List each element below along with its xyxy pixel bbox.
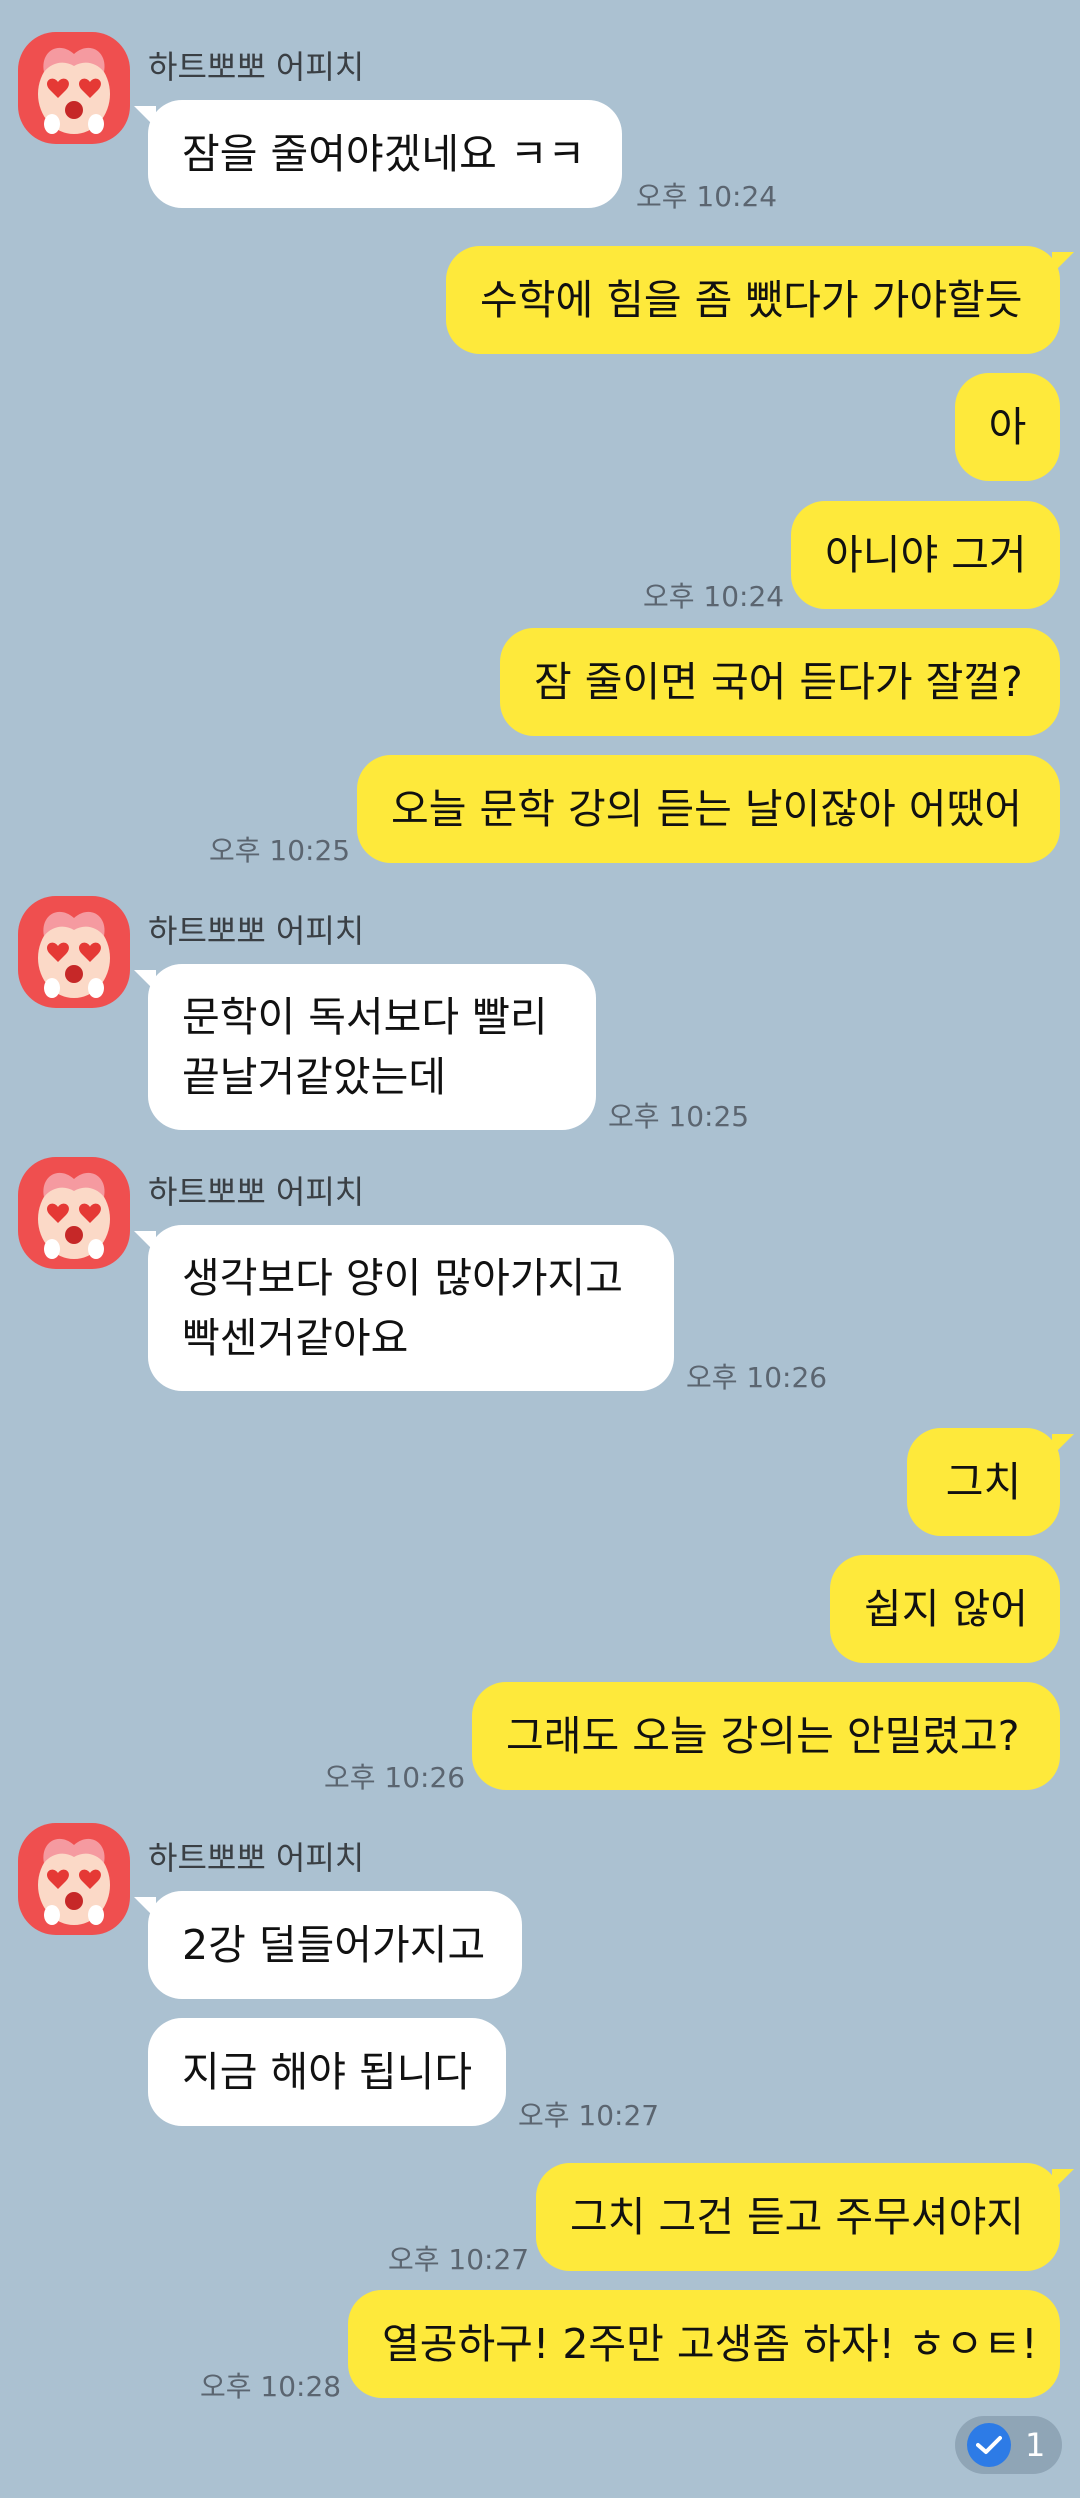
outgoing-message[interactable]: 그래도 오늘 강의는 안밀렸고?: [472, 1682, 1060, 1790]
message-time: 오후 10:27: [388, 2243, 530, 2276]
message-time: 오후 10:28: [200, 2370, 342, 2403]
message-text-line: 문학이 독서보다 빨리: [182, 993, 548, 1041]
outgoing-message[interactable]: 오늘 문학 강의 듣는 날이잖아 어땠어: [357, 755, 1060, 863]
incoming-message[interactable]: 지금 해야 됩니다: [148, 2018, 506, 2126]
sender-name: 하트뽀뽀 어피치: [148, 48, 365, 86]
message-text: 쉽지 않어: [864, 1585, 1028, 1633]
message-time: 오후 10:24: [636, 180, 778, 213]
sender-name: 하트뽀뽀 어피치: [148, 912, 365, 950]
unread-count-badge[interactable]: 1: [955, 2416, 1062, 2474]
message-text: 그치 그건 듣고 주무셔야지: [570, 2193, 1025, 2241]
message-text-line: 생각보다 양이 많아가지고: [182, 1254, 623, 1302]
avatar-apeach[interactable]: [18, 1823, 130, 1935]
avatar-apeach[interactable]: [18, 1157, 130, 1269]
message-text: 그치: [945, 1458, 1022, 1506]
outgoing-message[interactable]: 그치: [907, 1428, 1074, 1536]
avatar-apeach[interactable]: [18, 32, 130, 144]
avatar-apeach[interactable]: [18, 896, 130, 1008]
outgoing-message[interactable]: 수학에 힘을 좀 뺐다가 가야할듯: [446, 246, 1074, 354]
outgoing-message[interactable]: 아니야 그거: [791, 501, 1060, 609]
message-text: 지금 해야 됩니다: [182, 2048, 473, 2096]
incoming-message[interactable]: 잠을 줄여야겠네요 ㅋㅋ: [134, 100, 622, 208]
message-text: 열공하구! 2주만 고생좀 하자! ㅎㅇㅌ!: [382, 2320, 1038, 2368]
message-text: 그래도 오늘 강의는 안밀렸고?: [506, 1712, 1020, 1760]
outgoing-message[interactable]: 쉽지 않어: [830, 1555, 1060, 1663]
message-time: 오후 10:27: [518, 2099, 660, 2132]
message-time: 오후 10:26: [324, 1761, 466, 1794]
message-text: 수학에 힘을 좀 뺐다가 가야할듯: [480, 276, 1023, 324]
incoming-message[interactable]: 2강 덜들어가지고: [134, 1891, 522, 1999]
outgoing-message[interactable]: 아: [955, 373, 1060, 481]
unread-count: 1: [1025, 2426, 1046, 2464]
message-text: 아: [988, 403, 1027, 451]
message-text: 잠을 줄여야겠네요 ㅋㅋ: [182, 130, 586, 178]
message-text: 잠 줄이면 국어 듣다가 잘껄?: [534, 658, 1023, 706]
message-time: 오후 10:25: [209, 834, 351, 867]
message-text: 아니야 그거: [825, 531, 1027, 579]
message-time: 오후 10:25: [608, 1100, 750, 1133]
check-circle-icon: [967, 2423, 1011, 2467]
message-text-line: 끝날거같았는데: [182, 1053, 447, 1101]
incoming-message[interactable]: 생각보다 양이 많아가지고 빡센거같아요: [134, 1225, 674, 1391]
outgoing-message[interactable]: 잠 줄이면 국어 듣다가 잘껄?: [500, 628, 1060, 736]
chat-room[interactable]: 하트뽀뽀 어피치 잠을 줄여야겠네요 ㅋㅋ 오후 10:24 수학에 힘을 좀 …: [0, 0, 1080, 2498]
outgoing-message[interactable]: 그치 그건 듣고 주무셔야지: [536, 2163, 1074, 2271]
sender-name: 하트뽀뽀 어피치: [148, 1839, 365, 1877]
message-text: 2강 덜들어가지고: [182, 1921, 486, 1969]
message-time: 오후 10:24: [643, 580, 785, 613]
message-text: 오늘 문학 강의 듣는 날이잖아 어땠어: [391, 785, 1022, 833]
incoming-message[interactable]: 문학이 독서보다 빨리 끝날거같았는데: [134, 964, 596, 1130]
message-time: 오후 10:26: [686, 1361, 828, 1394]
sender-name: 하트뽀뽀 어피치: [148, 1173, 365, 1211]
message-text-line: 빡센거같아요: [182, 1314, 409, 1362]
outgoing-message[interactable]: 열공하구! 2주만 고생좀 하자! ㅎㅇㅌ!: [348, 2290, 1060, 2398]
